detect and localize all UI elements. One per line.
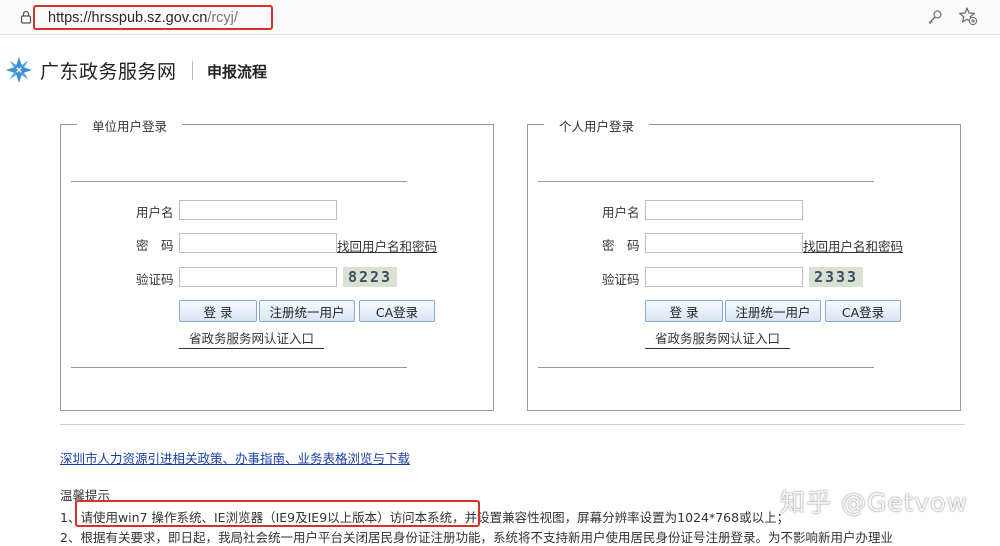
username-input[interactable] <box>179 200 337 220</box>
ca-login-button[interactable]: CA登录 <box>825 300 901 322</box>
captcha-label: 验证码 <box>602 272 640 287</box>
register-unified-user-button[interactable]: 注册统一用户 <box>725 300 821 322</box>
captcha-image[interactable]: 8223 <box>343 267 397 287</box>
url-highlight-box[interactable]: https://hrsspub.sz.gov.cn/rcyj/ <box>33 5 273 30</box>
panel-title: 单位用户登录 <box>77 116 183 135</box>
key-icon[interactable] <box>926 8 944 26</box>
username-input[interactable] <box>645 200 803 220</box>
header-divider <box>192 61 193 80</box>
password-input[interactable] <box>179 233 337 253</box>
captcha-input[interactable] <box>645 267 803 287</box>
personal-login-panel: 个人用户登录 用户名 密 码 找回用户名和密码 验证码 2333 登 录 注册统… <box>527 116 961 411</box>
username-label: 用户名 <box>136 205 174 220</box>
browser-address-bar: https://hrsspub.sz.gov.cn/rcyj/ <box>0 0 1000 35</box>
site-logo-icon <box>6 57 32 83</box>
favorite-star-icon[interactable] <box>958 6 978 26</box>
panel-divider-top <box>538 181 874 182</box>
site-name: 广东政务服务网 <box>40 61 177 83</box>
provincial-cert-entry-link[interactable]: 省政务服务网认证入口 <box>645 328 791 349</box>
url-text[interactable]: https://hrsspub.sz.gov.cn/rcyj/ <box>48 10 238 26</box>
lock-icon <box>20 10 32 24</box>
captcha-image[interactable]: 2333 <box>809 267 863 287</box>
section-divider <box>60 424 965 425</box>
page-title: 申报流程 <box>207 63 268 81</box>
login-button[interactable]: 登 录 <box>179 300 257 322</box>
password-label: 密 码 <box>602 238 640 253</box>
register-unified-user-button[interactable]: 注册统一用户 <box>259 300 355 322</box>
captcha-input[interactable] <box>179 267 337 287</box>
ca-login-button[interactable]: CA登录 <box>359 300 435 322</box>
panel-divider-bottom <box>71 367 407 368</box>
panel-title: 个人用户登录 <box>544 116 650 135</box>
provincial-cert-entry-link[interactable]: 省政务服务网认证入口 <box>179 328 325 349</box>
unit-login-panel: 单位用户登录 用户名 密 码 找回用户名和密码 验证码 8223 登 录 注册统… <box>60 116 494 411</box>
panel-divider-bottom <box>538 367 874 368</box>
login-button[interactable]: 登 录 <box>645 300 723 322</box>
password-input[interactable] <box>645 233 803 253</box>
tip-item: 2、根据有关要求，即日起，我局社会统一用户平台关闭居民身份证注册功能，系统将不支… <box>60 530 893 545</box>
policy-download-link[interactable]: 深圳市人力资源引进相关政策、办事指南、业务表格浏览与下载 <box>60 448 410 467</box>
forgot-credentials-link[interactable]: 找回用户名和密码 <box>337 236 437 255</box>
password-label: 密 码 <box>136 238 174 253</box>
username-label: 用户名 <box>602 205 640 220</box>
tip-highlight-box <box>75 500 480 527</box>
forgot-credentials-link[interactable]: 找回用户名和密码 <box>803 236 903 255</box>
zhihu-watermark: 知乎 @Getvow <box>780 488 969 517</box>
captcha-label: 验证码 <box>136 272 174 287</box>
panel-divider-top <box>71 181 407 182</box>
